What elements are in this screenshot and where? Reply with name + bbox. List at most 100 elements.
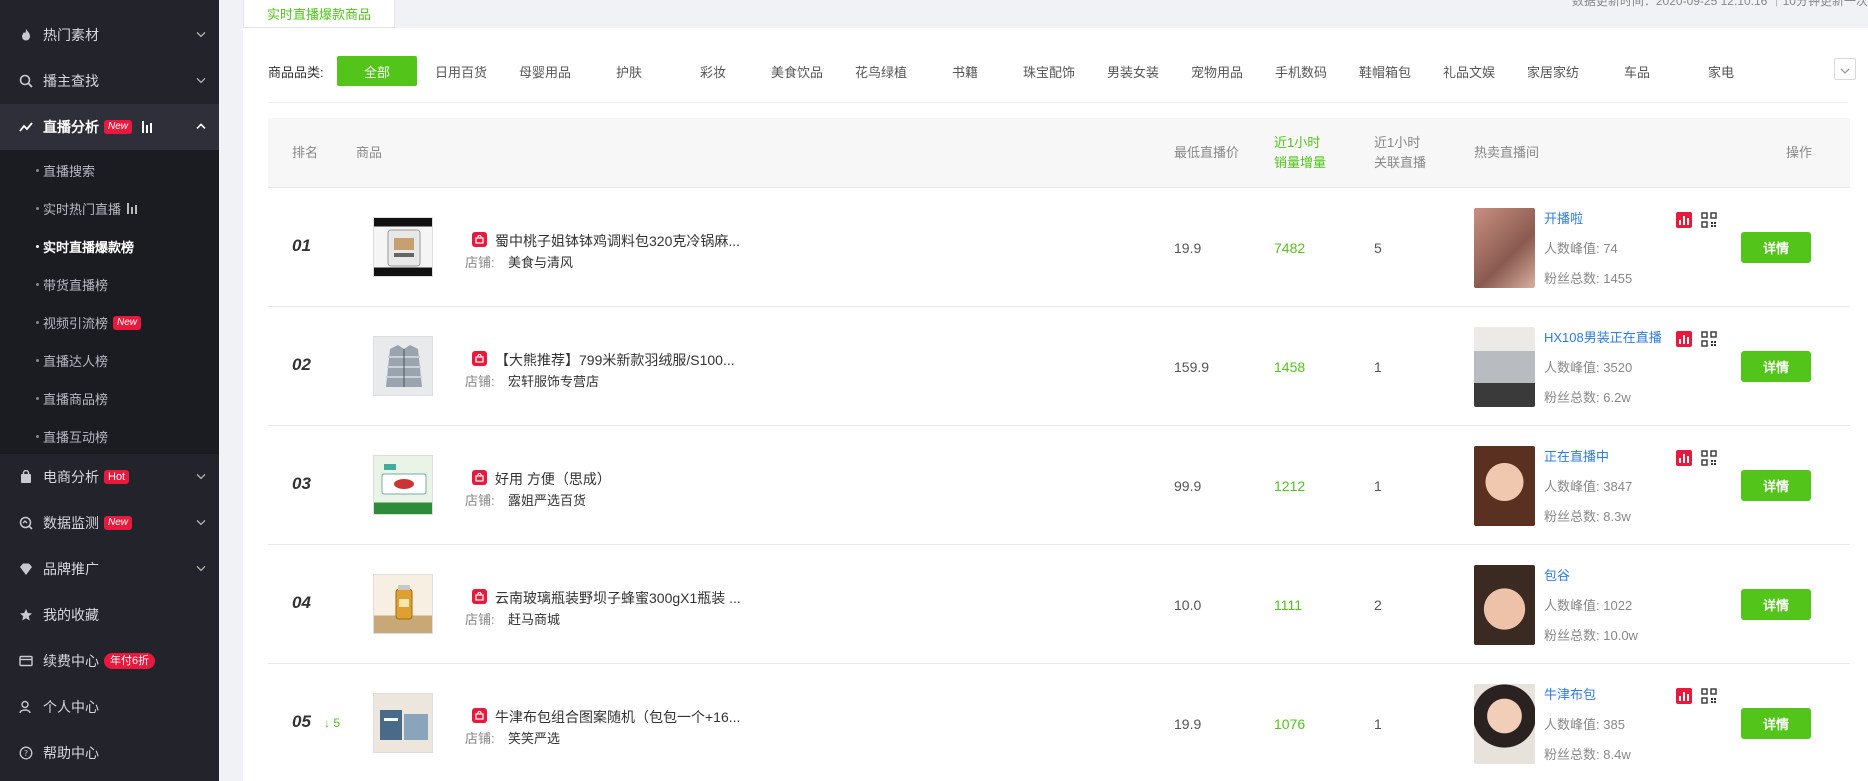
user-icon [18, 699, 34, 715]
header-min-price[interactable]: 最低直播价 [1174, 143, 1239, 163]
nav-help-center[interactable]: ? 帮助中心 [0, 736, 219, 770]
nav-live-analysis[interactable]: 直播分析 New [0, 104, 219, 150]
streamer-name[interactable]: 正在直播中 [1544, 446, 1609, 465]
related-live-count: 1 [1374, 359, 1382, 375]
qr-code-icon[interactable] [1701, 450, 1717, 466]
product-thumbnail[interactable] [373, 574, 433, 634]
detail-button[interactable]: 详情 [1741, 232, 1811, 263]
diamond-icon [18, 561, 34, 577]
sub-realtime-hot-live[interactable]: 实时热门直播 [36, 199, 138, 218]
oxford-bag-image [380, 710, 428, 740]
product-title[interactable]: 云南玻璃瓶装野坝子蜂蜜300gX1瓶装 ... [495, 588, 741, 608]
shop-name[interactable]: 宏轩服饰专营店 [508, 371, 599, 390]
sub-live-product-rank[interactable]: 直播商品榜 [36, 389, 108, 408]
streamer-name[interactable]: HX108男装正在直播 [1544, 327, 1662, 346]
nav-label: 热门素材 [43, 27, 99, 43]
bullet [36, 435, 39, 438]
streamer-avatar[interactable] [1474, 327, 1535, 407]
table-row: 03 好用 方便（思成） 店铺: 露姐严选百货 99.9 1212 1 正在直播… [268, 426, 1850, 545]
category-home[interactable]: 家居家纺 [1513, 56, 1593, 86]
nav-hot-material[interactable]: 热门素材 [0, 18, 219, 52]
streamer-name[interactable]: 开播啦 [1544, 208, 1583, 227]
streamer-avatar[interactable] [1474, 446, 1535, 526]
category-plants[interactable]: 花鸟绿植 [841, 56, 921, 86]
header-sales-increase[interactable]: 近1小时 销量增量 [1274, 133, 1326, 173]
chart-icon[interactable] [1676, 688, 1692, 704]
rank-number: 01 [292, 236, 311, 255]
fans-label: 粉丝总数: [1544, 271, 1600, 286]
category-all[interactable]: 全部 [337, 56, 417, 86]
sub-realtime-hot-products[interactable]: 实时直播爆款榜 [36, 237, 134, 256]
nav-brand-promotion[interactable]: 品牌推广 [0, 552, 219, 586]
peak-value: 3520 [1603, 360, 1633, 375]
product-title[interactable]: 牛津布包组合图案随机（包包一个+16... [495, 707, 740, 727]
category-shoes-bags[interactable]: 鞋帽箱包 [1345, 56, 1425, 86]
product-thumbnail[interactable] [373, 693, 433, 753]
product-thumbnail[interactable] [373, 336, 433, 396]
nav-data-monitor[interactable]: 数据监测 New [0, 506, 219, 540]
category-gifts[interactable]: 礼品文娱 [1429, 56, 1509, 86]
sub-label: 实时直播爆款榜 [43, 240, 135, 255]
nav-renewal-center[interactable]: 续费中心 年付6折 [0, 644, 219, 678]
shop-name[interactable]: 赶马商城 [508, 609, 560, 628]
detail-button[interactable]: 详情 [1741, 708, 1811, 739]
nav-personal-center[interactable]: 个人中心 [0, 690, 219, 724]
product-title[interactable]: 蜀中桃子姐钵钵鸡调料包320克冷锅麻... [495, 231, 740, 251]
nav-anchor-search[interactable]: 播主查找 [0, 64, 219, 98]
category-baby[interactable]: 母婴用品 [505, 56, 585, 86]
streamer-name[interactable]: 包谷 [1544, 565, 1570, 584]
streamer-avatar[interactable] [1474, 565, 1535, 645]
category-jewelry[interactable]: 珠宝配饰 [1009, 56, 1089, 86]
product-title[interactable]: 【大熊推荐】799米新款羽绒服/S100... [495, 350, 735, 370]
category-digital[interactable]: 手机数码 [1261, 56, 1341, 86]
category-pets[interactable]: 宠物用品 [1177, 56, 1257, 86]
sub-live-search[interactable]: 直播搜索 [36, 161, 95, 180]
streamer-avatar[interactable] [1474, 208, 1535, 288]
nav-favorites[interactable]: 我的收藏 [0, 598, 219, 632]
detail-button[interactable]: 详情 [1741, 589, 1811, 620]
sub-sales-live-rank[interactable]: 带货直播榜 [36, 275, 108, 294]
product-title[interactable]: 好用 方便（思成） [495, 469, 611, 489]
product-thumbnail[interactable] [373, 455, 433, 515]
category-appliances[interactable]: 家电 [1681, 56, 1761, 86]
header-sales-line1: 近1小时 [1274, 135, 1321, 150]
category-daily-goods[interactable]: 日用百货 [421, 56, 501, 86]
category-car[interactable]: 车品 [1597, 56, 1677, 86]
shop-name[interactable]: 露姐严选百货 [508, 490, 586, 509]
nav-ecommerce-analysis[interactable]: 电商分析 Hot [0, 460, 219, 494]
sub-label: 带货直播榜 [43, 278, 109, 293]
qr-code-icon[interactable] [1701, 331, 1717, 347]
sub-live-interaction-rank[interactable]: 直播互动榜 [36, 427, 108, 446]
streamer-name[interactable]: 牛津布包 [1544, 684, 1596, 703]
category-clothing[interactable]: 男装女装 [1093, 56, 1173, 86]
min-price: 19.9 [1174, 716, 1202, 732]
header-related-live[interactable]: 近1小时 关联直播 [1374, 133, 1426, 173]
shop-name[interactable]: 笑笑严选 [508, 728, 560, 747]
product-thumbnail[interactable] [373, 217, 433, 277]
category-skincare[interactable]: 护肤 [589, 56, 669, 86]
chart-icon[interactable] [1676, 212, 1692, 228]
qr-code-icon[interactable] [1701, 688, 1717, 704]
min-price: 19.9 [1174, 240, 1202, 256]
category-makeup[interactable]: 彩妆 [673, 56, 753, 86]
category-books[interactable]: 书籍 [925, 56, 1005, 86]
category-label: 商品品类: [268, 65, 324, 80]
streamer-avatar[interactable] [1474, 684, 1535, 764]
sub-video-traffic-rank[interactable]: 视频引流榜 New [36, 313, 142, 332]
honey-jar-image [395, 585, 413, 620]
detail-button[interactable]: 详情 [1741, 351, 1811, 382]
star-icon [18, 607, 34, 623]
shop-label: 店铺: [465, 612, 495, 627]
detail-button[interactable]: 详情 [1741, 470, 1811, 501]
tab-realtime-hot-products[interactable]: 实时直播爆款商品 [243, 0, 395, 28]
shop-name[interactable]: 美食与清风 [508, 252, 573, 271]
chart-icon[interactable] [1676, 450, 1692, 466]
sub-live-talent-rank[interactable]: 直播达人榜 [36, 351, 108, 370]
monitor-icon [18, 515, 34, 531]
chart-icon[interactable] [1676, 331, 1692, 347]
qr-code-icon[interactable] [1701, 212, 1717, 228]
sidebar: 热门素材 播主查找 直播分析 New 直播搜索 实时热门直播 实时直播爆款榜 带… [0, 0, 219, 781]
min-price: 99.9 [1174, 478, 1202, 494]
category-food[interactable]: 美食饮品 [757, 56, 837, 86]
expand-categories-button[interactable] [1834, 58, 1856, 80]
